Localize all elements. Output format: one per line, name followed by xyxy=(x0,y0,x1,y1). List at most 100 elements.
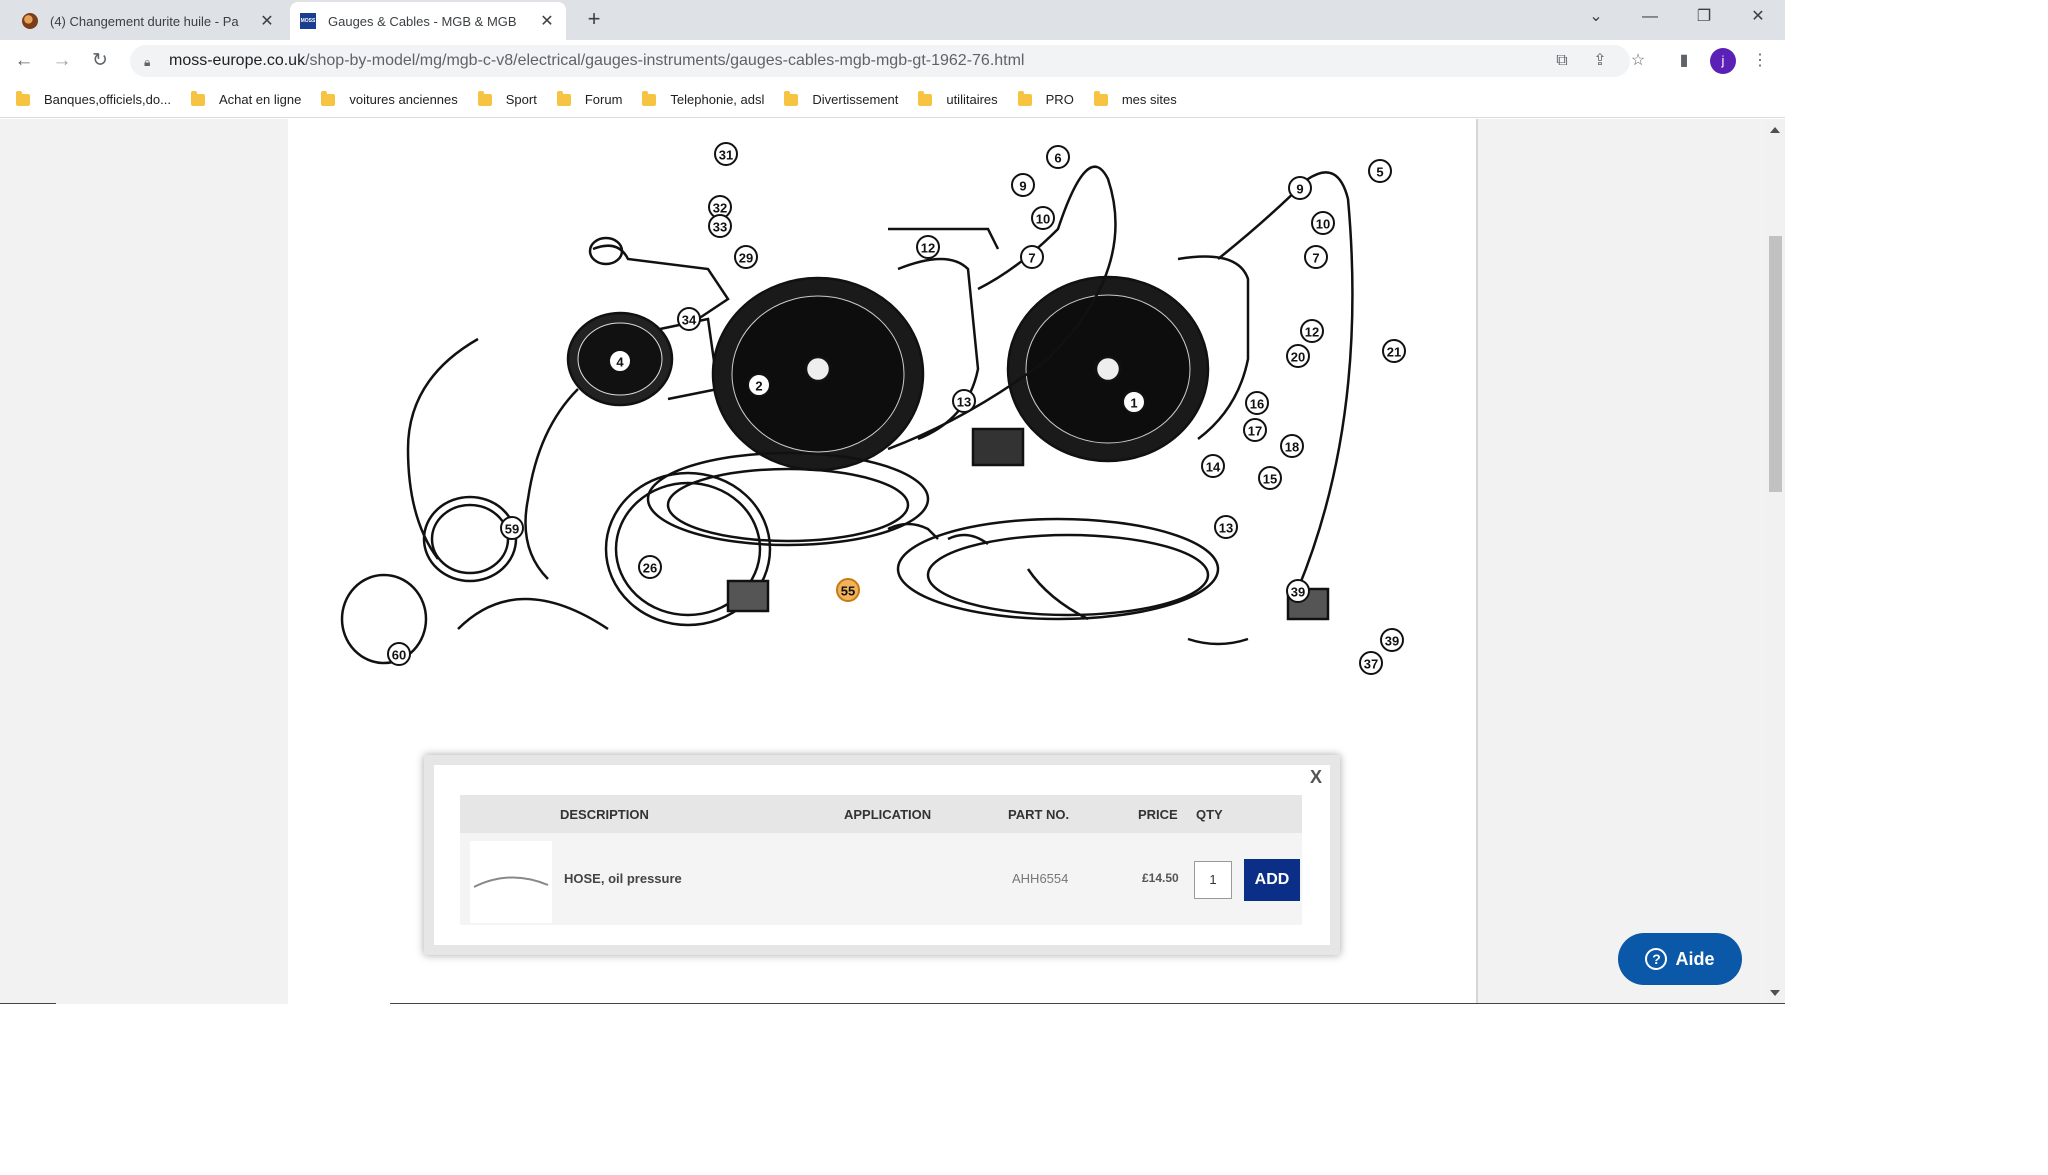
folder-icon xyxy=(1017,90,1032,106)
question-icon: ? xyxy=(1645,948,1668,970)
bookmark-folder[interactable]: Sport xyxy=(477,90,537,107)
svg-text:20: 20 xyxy=(1291,350,1305,365)
folder-icon xyxy=(784,90,799,106)
tab-strip: (4) Changement durite huile - Pa ✕ MOSS … xyxy=(0,0,1785,40)
svg-text:7: 7 xyxy=(1028,251,1035,266)
bookmark-folder[interactable]: mes sites xyxy=(1093,90,1177,107)
translate-icon[interactable]: ⧉ xyxy=(1550,50,1574,74)
minimize-icon[interactable]: — xyxy=(1624,0,1676,36)
callout-13: 13 xyxy=(1214,515,1238,539)
close-tab-icon[interactable]: ✕ xyxy=(538,11,556,31)
scroll-down-icon[interactable] xyxy=(1770,990,1780,996)
callout-55[interactable]: 55 xyxy=(836,578,860,602)
svg-text:55: 55 xyxy=(841,584,855,599)
help-button[interactable]: ? Aide xyxy=(1618,933,1742,985)
bookmark-folder[interactable]: PRO xyxy=(1017,90,1074,107)
scroll-thumb[interactable] xyxy=(1769,236,1782,492)
close-popup-button[interactable]: X xyxy=(1310,767,1322,788)
header-application: APPLICATION xyxy=(844,807,932,822)
bookmark-folder[interactable]: Achat en ligne xyxy=(190,90,301,107)
callout-21: 21 xyxy=(1382,339,1406,363)
quantity-input[interactable]: 1 xyxy=(1194,861,1232,899)
url-host: moss-europe.co.uk xyxy=(169,52,306,69)
part-number: AHH6554 xyxy=(1012,871,1069,886)
tab-forum[interactable]: (4) Changement durite huile - Pa ✕ xyxy=(12,2,286,40)
callout-7: 7 xyxy=(1304,245,1328,269)
svg-text:32: 32 xyxy=(713,201,727,216)
profile-avatar[interactable]: j xyxy=(1710,48,1736,74)
tab-title: (4) Changement durite huile - Pa xyxy=(50,13,239,29)
folder-icon xyxy=(1093,90,1108,106)
address-toolbar: ← → ↻ 🔒︎ moss-europe.co.uk/shop-by-model… xyxy=(0,40,1785,82)
tab-moss-europe[interactable]: MOSS Gauges & Cables - MGB & MGB ✕ xyxy=(290,2,566,40)
callout-10: 10 xyxy=(1311,211,1335,235)
part-thumbnail[interactable] xyxy=(470,841,552,923)
callout-9: 9 xyxy=(1011,173,1035,197)
folder-icon xyxy=(321,90,336,106)
callout-1: 1 xyxy=(1122,390,1146,414)
callout-26: 26 xyxy=(638,555,662,579)
address-bar[interactable]: 🔒︎ moss-europe.co.uk/shop-by-model/mg/mg… xyxy=(130,45,1630,77)
share-icon[interactable]: ⇪ xyxy=(1588,50,1612,74)
callout-60: 60 xyxy=(387,642,411,666)
svg-text:34: 34 xyxy=(682,313,697,328)
bookmark-folder[interactable]: Telephonie, adsl xyxy=(642,90,764,107)
bookmarks-bar: Banques,officiels,do... Achat en ligne v… xyxy=(0,82,1785,118)
bookmark-folder[interactable]: utilitaires xyxy=(918,90,998,107)
scroll-up-icon[interactable] xyxy=(1770,127,1780,133)
svg-text:31: 31 xyxy=(719,148,733,163)
bookmark-folder[interactable]: Divertissement xyxy=(784,90,898,107)
callout-31: 31 xyxy=(714,142,738,166)
back-icon[interactable]: ← xyxy=(10,48,38,76)
callout-5: 5 xyxy=(1368,159,1392,183)
forward-icon[interactable]: → xyxy=(48,48,76,76)
folder-icon xyxy=(190,90,205,106)
restore-icon[interactable]: ❐ xyxy=(1678,0,1730,36)
svg-text:13: 13 xyxy=(1219,521,1233,536)
hose-image xyxy=(473,876,549,888)
lock-icon: 🔒︎ xyxy=(144,54,151,69)
close-window-icon[interactable]: ✕ xyxy=(1732,0,1784,36)
header-description: DESCRIPTION xyxy=(560,807,649,822)
callout-2: 2 xyxy=(747,373,771,397)
add-to-cart-button[interactable]: ADD xyxy=(1244,859,1300,901)
callout-34: 34 xyxy=(677,307,701,331)
callout-10: 10 xyxy=(1031,206,1055,230)
part-description[interactable]: HOSE, oil pressure xyxy=(564,871,682,886)
header-price: PRICE xyxy=(1138,807,1178,822)
tab-title: Gauges & Cables - MGB & MGB xyxy=(328,13,517,29)
svg-text:39: 39 xyxy=(1385,634,1399,649)
svg-text:26: 26 xyxy=(643,561,657,576)
callout-13: 13 xyxy=(952,389,976,413)
moss-favicon-icon: MOSS xyxy=(300,13,316,29)
bookmark-folder[interactable]: Banques,officiels,do... xyxy=(16,90,171,107)
new-tab-button[interactable]: + xyxy=(580,6,608,34)
callout-17: 17 xyxy=(1243,418,1267,442)
folder-icon xyxy=(556,90,571,106)
sidepanel-icon[interactable]: ▮ xyxy=(1672,50,1696,74)
svg-text:7: 7 xyxy=(1312,251,1319,266)
url-path: /shop-by-model/mg/mgb-c-v8/electrical/ga… xyxy=(305,52,1025,69)
svg-text:15: 15 xyxy=(1263,472,1277,487)
svg-text:9: 9 xyxy=(1296,182,1303,197)
menu-icon[interactable]: ⋮ xyxy=(1748,50,1772,74)
svg-text:10: 10 xyxy=(1036,212,1050,227)
callout-9: 9 xyxy=(1288,176,1312,200)
svg-text:29: 29 xyxy=(739,251,753,266)
tab-search-icon[interactable]: ⌄ xyxy=(1570,0,1622,36)
bookmark-folder[interactable]: voitures anciennes xyxy=(321,90,458,107)
bookmark-folder[interactable]: Forum xyxy=(556,90,622,107)
svg-text:39: 39 xyxy=(1291,585,1305,600)
page-scrollbar[interactable] xyxy=(1766,119,1785,1004)
star-icon[interactable]: ☆ xyxy=(1626,50,1650,74)
svg-text:60: 60 xyxy=(392,648,406,663)
svg-text:18: 18 xyxy=(1285,440,1299,455)
folder-icon xyxy=(918,90,933,106)
folder-icon xyxy=(16,90,30,106)
svg-text:6: 6 xyxy=(1054,151,1061,166)
close-tab-icon[interactable]: ✕ xyxy=(258,11,276,31)
part-price: £14.50 xyxy=(1142,871,1179,885)
svg-text:16: 16 xyxy=(1250,397,1264,412)
table-header: DESCRIPTION APPLICATION PART NO. PRICE Q… xyxy=(460,795,1302,833)
reload-icon[interactable]: ↻ xyxy=(86,48,114,76)
